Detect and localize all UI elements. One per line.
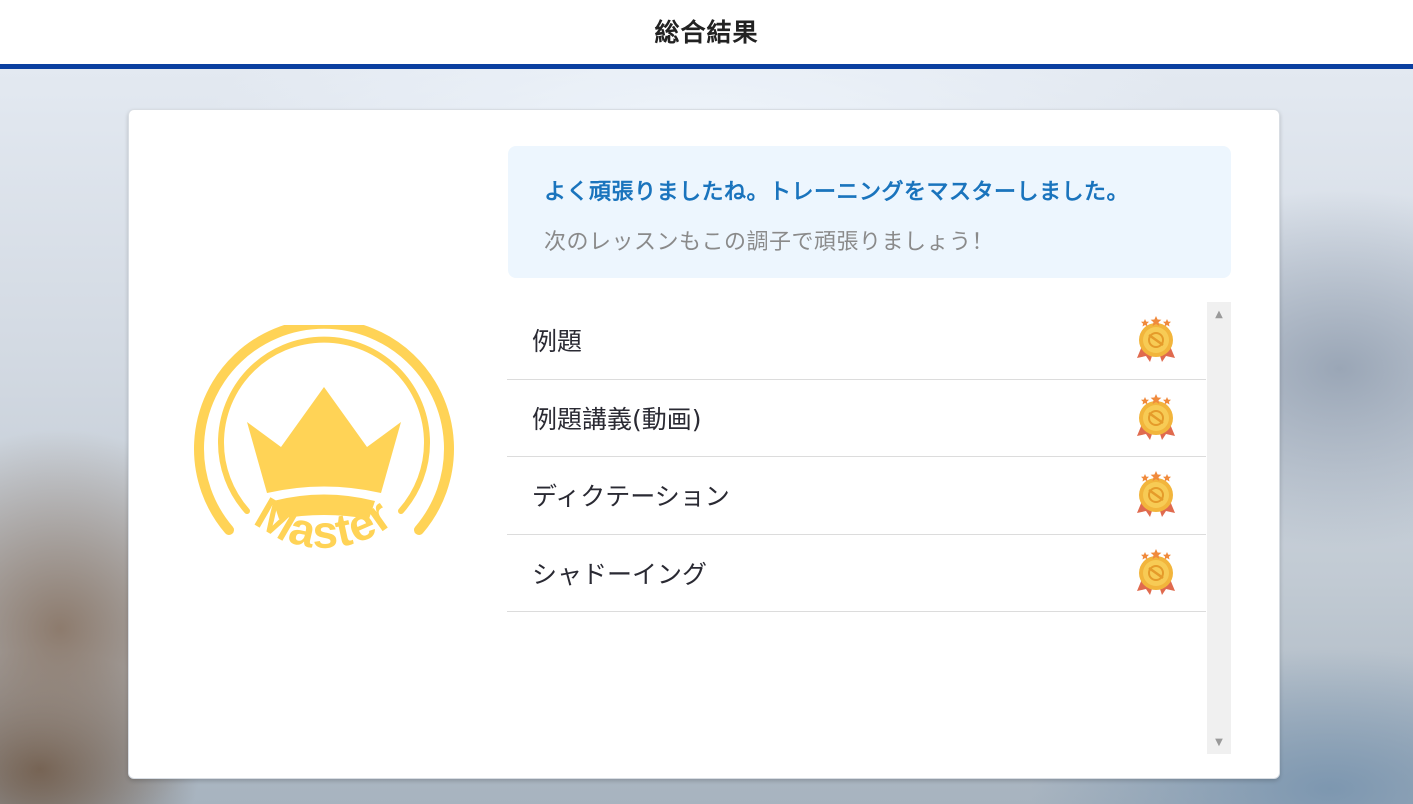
page-title: 総合結果 <box>654 17 759 47</box>
master-badge-icon: Master <box>194 318 454 558</box>
list-item-label: 例題講義(動画) <box>532 404 702 434</box>
lesson-result-list[interactable]: 例題 例題講義(動画) ディクテーション シャドーイング ▲ ▼ <box>507 302 1231 754</box>
list-item-example: 例題 <box>507 302 1206 380</box>
gold-medal-icon <box>1137 548 1175 595</box>
scroll-down-arrow-icon[interactable]: ▼ <box>1207 732 1231 752</box>
header-bar: 総合結果 <box>0 0 1413 69</box>
congrats-message: よく頑張りましたね。トレーニングをマスターしました。 <box>544 180 1130 205</box>
encouragement-message: 次のレッスンもこの調子で頑張りましょう！ <box>544 230 995 255</box>
congrats-message-box: よく頑張りましたね。トレーニングをマスターしました。 次のレッスンもこの調子で頑… <box>508 146 1231 278</box>
list-item-label: シャドーイング <box>532 559 708 589</box>
lesson-list: 例題 例題講義(動画) ディクテーション シャドーイング <box>507 302 1206 754</box>
list-item-example-lecture: 例題講義(動画) <box>507 380 1206 457</box>
gold-medal-icon <box>1137 471 1175 518</box>
list-item-label: 例題 <box>532 327 583 357</box>
master-badge: Master <box>189 318 459 595</box>
gold-medal-icon <box>1137 316 1175 363</box>
list-item-shadowing: シャドーイング <box>507 535 1206 612</box>
gold-medal-icon <box>1137 393 1175 440</box>
list-scrollbar[interactable]: ▲ ▼ <box>1207 302 1231 754</box>
list-item-label: ディクテーション <box>532 482 730 512</box>
scroll-up-arrow-icon[interactable]: ▲ <box>1207 304 1231 324</box>
list-item-dictation: ディクテーション <box>507 457 1206 535</box>
results-card: Master よく頑張りましたね。トレーニングをマスターしました。 次のレッスン… <box>128 109 1280 779</box>
